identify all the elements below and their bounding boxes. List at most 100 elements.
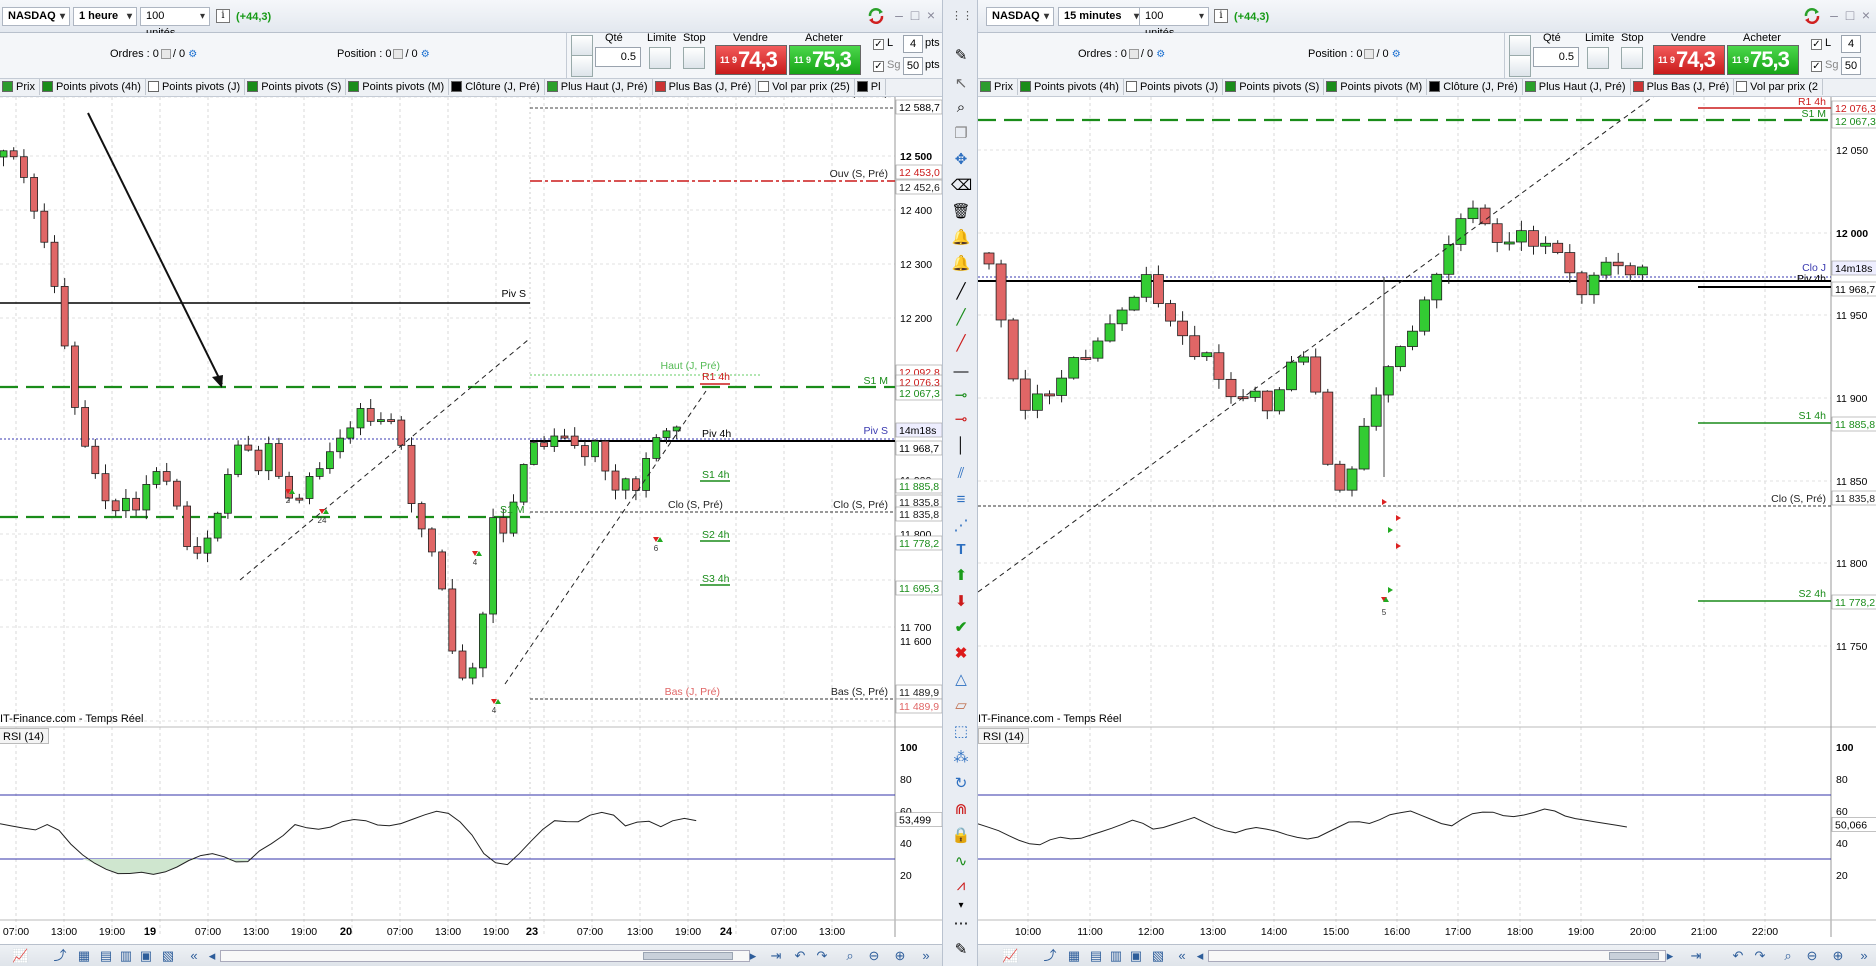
indicator-checkbox[interactable] bbox=[147, 81, 159, 92]
time-scrollbar[interactable] bbox=[1208, 950, 1666, 962]
refresh-icon[interactable] bbox=[1802, 6, 1822, 26]
fibonacci-icon[interactable]: ≡ bbox=[951, 490, 971, 510]
redo-icon[interactable]: ↷ bbox=[814, 948, 830, 964]
grip-icon[interactable]: ⋮⋮ bbox=[951, 6, 973, 26]
vertical-line-icon[interactable]: │ bbox=[951, 436, 971, 456]
zoom-in-icon[interactable]: ⊕ bbox=[1830, 948, 1846, 964]
indicator-checkbox[interactable] bbox=[1736, 81, 1748, 92]
scroll-left-icon[interactable]: ◂ bbox=[1192, 948, 1208, 964]
indicator-toggle[interactable]: Clôture (J, Pré) bbox=[449, 79, 545, 95]
zoom-out-icon[interactable]: ⊖ bbox=[1804, 948, 1820, 964]
chevron-down-icon[interactable]: ▾ bbox=[951, 896, 971, 916]
indicator-toggle[interactable]: Points pivots (J) bbox=[146, 79, 246, 95]
maximize-button[interactable]: □ bbox=[907, 6, 923, 24]
stop-points-input[interactable]: 50 bbox=[903, 57, 923, 75]
fib-fan-icon[interactable]: ⋰ bbox=[951, 516, 971, 536]
maximize-button[interactable]: □ bbox=[1842, 6, 1858, 24]
indicator-toggle[interactable]: Plus Bas (J, Pré) bbox=[653, 79, 757, 95]
stop-guarantee-checkbox[interactable]: ✓ bbox=[873, 61, 884, 72]
indicator-checkbox[interactable] bbox=[247, 81, 259, 92]
compare-icon[interactable]: ▣ bbox=[1128, 948, 1144, 964]
jump-to-end-icon[interactable]: ⇥ bbox=[1688, 948, 1704, 964]
orders-icon[interactable] bbox=[1128, 49, 1139, 60]
triangle-icon[interactable]: △ bbox=[951, 670, 971, 690]
horizontal-red-icon[interactable]: ⊸ bbox=[951, 410, 971, 430]
layout-icon[interactable]: ▥ bbox=[1108, 948, 1124, 964]
timeframe-select[interactable]: 15 minutes bbox=[1058, 7, 1144, 26]
zoom-in-icon[interactable]: ⊕ bbox=[892, 948, 908, 964]
link-icon[interactable]: ⚙ bbox=[1156, 49, 1165, 60]
scroll-right-fast-icon[interactable]: » bbox=[1856, 948, 1872, 964]
zoom-out-icon[interactable]: ⊖ bbox=[866, 948, 882, 964]
red-line-icon[interactable]: ╱ bbox=[951, 334, 971, 354]
lock-icon[interactable]: 🔒 bbox=[951, 826, 971, 846]
stop-guarantee-checkbox[interactable]: ✓ bbox=[1811, 61, 1822, 72]
undo-icon[interactable]: ↶ bbox=[792, 948, 808, 964]
channel-icon[interactable]: ⫽ bbox=[951, 464, 971, 484]
indicator-toggle[interactable]: Points pivots (M) bbox=[346, 79, 450, 95]
keyboard-icon[interactable] bbox=[571, 55, 593, 77]
rsi-tab[interactable]: RSI (14) bbox=[978, 728, 1029, 744]
indicator-toggle[interactable]: Points pivots (J) bbox=[1124, 79, 1224, 95]
link-icon[interactable]: ⚙ bbox=[188, 49, 197, 60]
close-button[interactable]: × bbox=[923, 6, 939, 24]
indicator-toggle[interactable]: Points pivots (S) bbox=[245, 79, 347, 95]
indicator-checkbox[interactable] bbox=[980, 81, 991, 92]
magnifier-icon[interactable]: ⌕ bbox=[951, 98, 971, 118]
copy-icon[interactable]: ❐ bbox=[951, 124, 971, 144]
qty-input[interactable]: 0.5 bbox=[1533, 47, 1579, 67]
buy-button[interactable]: 11 9 75,3 bbox=[789, 45, 861, 75]
stop-order-button[interactable] bbox=[1621, 47, 1643, 69]
rectangle-icon[interactable]: ⬚ bbox=[951, 722, 971, 742]
cross-icon[interactable]: ✖ bbox=[951, 644, 971, 664]
magnet-icon[interactable]: ⋒ bbox=[951, 800, 971, 820]
list-icon[interactable]: ▧ bbox=[1150, 948, 1166, 964]
move-icon[interactable]: ✥ bbox=[951, 150, 971, 170]
more-icon[interactable]: ⋯ bbox=[951, 914, 971, 934]
indicator-checkbox[interactable] bbox=[654, 81, 666, 92]
stop-order-button[interactable] bbox=[683, 47, 705, 69]
indicator-checkbox[interactable] bbox=[2, 81, 13, 92]
orders-icon[interactable] bbox=[160, 49, 171, 60]
close-button[interactable]: × bbox=[1858, 6, 1874, 24]
limit-checkbox[interactable]: ✓ bbox=[873, 39, 884, 50]
scroll-left-fast-icon[interactable]: « bbox=[1174, 948, 1190, 964]
price-chart[interactable]: R1 4hS1 MClo JPiv 4hS1 4hClo (S, Pré)S2 … bbox=[978, 97, 1876, 966]
share-icon[interactable]: ⤴ bbox=[1042, 948, 1058, 964]
calendar-icon[interactable]: ▦ bbox=[76, 948, 92, 964]
scrollbar-thumb[interactable] bbox=[643, 952, 733, 960]
check-icon[interactable]: ✔ bbox=[951, 618, 971, 638]
scrollbar-thumb[interactable] bbox=[1609, 952, 1659, 960]
position-icon[interactable] bbox=[393, 49, 404, 60]
sell-button[interactable]: 11 9 74,3 bbox=[715, 45, 787, 75]
undo-icon[interactable]: ↶ bbox=[1730, 948, 1746, 964]
points-icon[interactable]: ⁂ bbox=[951, 748, 971, 768]
indicator-toggle[interactable]: Pl bbox=[855, 79, 886, 95]
indicator-toggle[interactable]: Plus Bas (J, Pré) bbox=[1631, 79, 1735, 95]
zoom-fit-icon[interactable]: ⌕ bbox=[842, 948, 858, 964]
eraser-icon[interactable]: ⌫ bbox=[951, 176, 972, 196]
indicator-icon[interactable]: ▤ bbox=[1088, 948, 1104, 964]
list-icon[interactable]: ▧ bbox=[160, 948, 176, 964]
indicator-toggle[interactable]: Points pivots (S) bbox=[1223, 79, 1325, 95]
chart-type-icon[interactable]: 📈 bbox=[1002, 948, 1018, 964]
info-icon[interactable]: i bbox=[1214, 9, 1228, 23]
indicator-checkbox[interactable] bbox=[451, 81, 463, 92]
scroll-left-icon[interactable]: ◂ bbox=[204, 948, 220, 964]
limit-order-button[interactable] bbox=[649, 47, 671, 69]
indicator-draw-icon[interactable]: ∿ bbox=[951, 852, 971, 872]
chart-type-icon[interactable]: 📈 bbox=[12, 948, 28, 964]
scroll-left-fast-icon[interactable]: « bbox=[186, 948, 202, 964]
limit-points-input[interactable]: 4 bbox=[903, 35, 923, 53]
indicator-toggle[interactable]: Vol par prix (2 bbox=[1734, 79, 1823, 95]
info-icon[interactable]: i bbox=[216, 9, 230, 23]
edit-icon[interactable]: ✎ bbox=[951, 940, 971, 960]
indicator-checkbox[interactable] bbox=[41, 81, 53, 92]
wrench-icon[interactable] bbox=[1509, 35, 1531, 57]
arrow-up-icon[interactable]: ⬆ bbox=[951, 566, 971, 586]
qty-input[interactable]: 0.5 bbox=[595, 47, 641, 67]
indicator-toggle[interactable]: Points pivots (4h) bbox=[40, 79, 146, 95]
minimize-button[interactable]: – bbox=[891, 6, 907, 24]
scroll-right-icon[interactable]: ▸ bbox=[745, 948, 761, 964]
units-select[interactable]: 100 unités bbox=[140, 7, 210, 39]
